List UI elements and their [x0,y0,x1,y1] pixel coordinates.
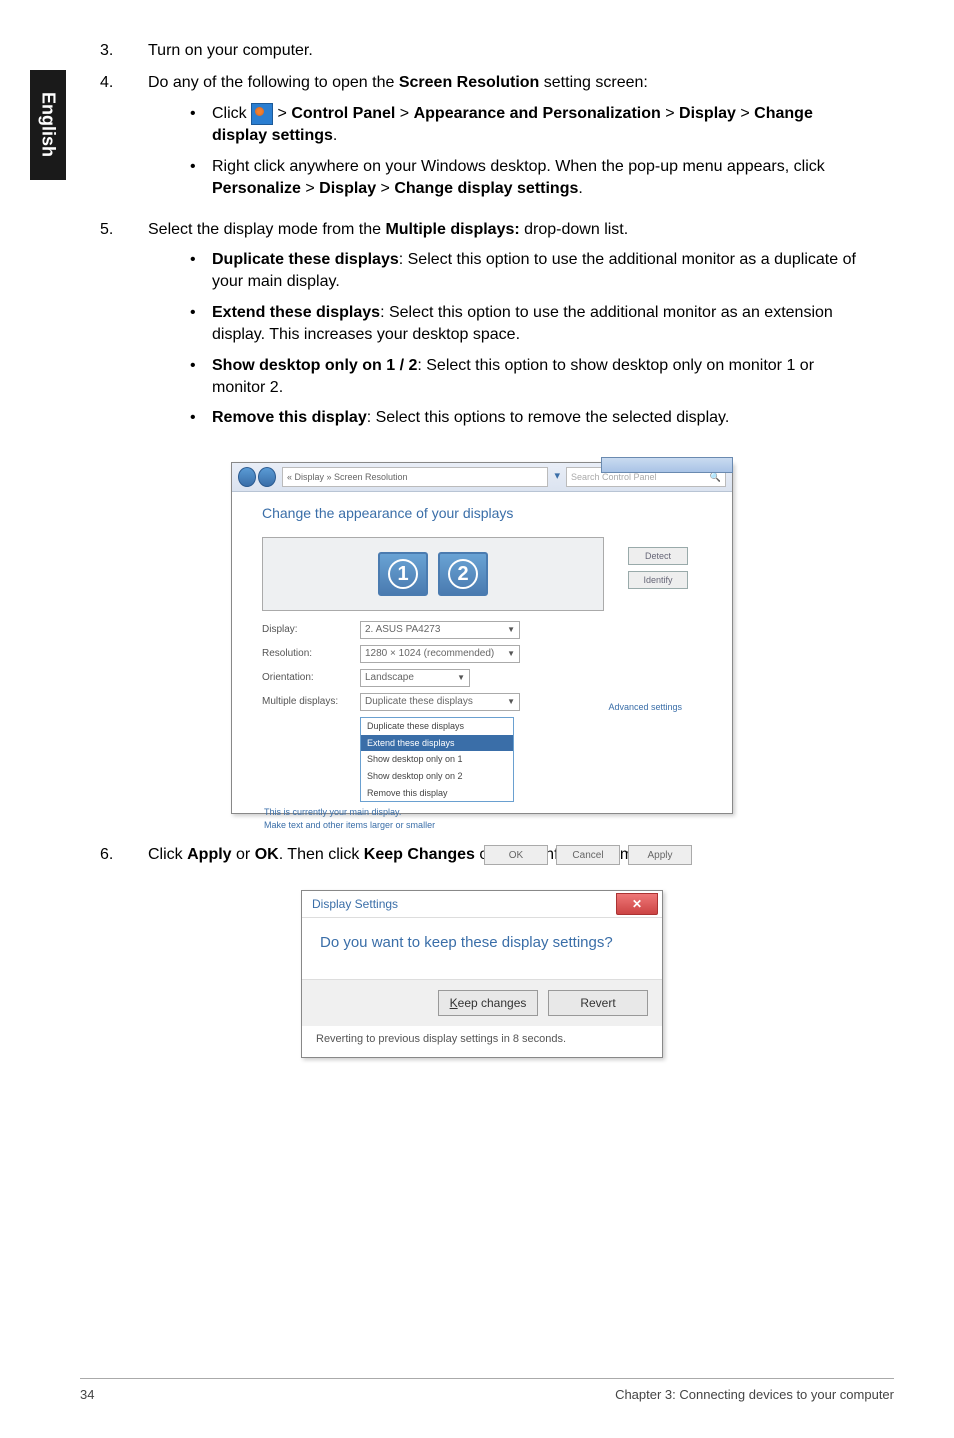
s5-d1-bold: Duplicate these displays [212,251,399,268]
s6-pre: Click [148,846,187,863]
ok-button[interactable]: OK [484,845,548,865]
step-4-intro-pre: Do any of the following to open the [148,74,399,91]
display-label: Display: [262,623,342,637]
s4-b1-cp: Control Panel [291,105,395,122]
s5-d4-bold: Remove this display [212,409,367,426]
s4-b1-pre: Click [212,105,251,122]
s4-b2-gt2: > [376,180,394,197]
dialog-title: Display Settings [312,896,398,913]
s4-b1-gt4: > [736,105,754,122]
resolution-label: Resolution: [262,647,342,661]
s4-b2-disp: Display [319,180,376,197]
s4-b1-ap: Appearance and Personalization [414,105,661,122]
dropdown-option-show1[interactable]: Show desktop only on 1 [361,751,513,768]
chevron-down-icon: ▼ [507,646,515,662]
multiple-displays-value: Duplicate these displays [365,694,473,710]
orientation-select-value: Landscape [365,670,414,686]
display-select-value: 2. ASUS PA4273 [365,622,440,638]
multiple-displays-dropdown[interactable]: Duplicate these displays Extend these di… [360,717,514,802]
s4-b1-disp: Display [679,105,736,122]
dialog-prompt: Do you want to keep these display settin… [302,918,662,979]
dropdown-option-show2[interactable]: Show desktop only on 2 [361,768,513,785]
breadcrumb[interactable]: « Display » Screen Resolution [282,467,548,487]
display-select[interactable]: 2. ASUS PA4273 ▼ [360,621,520,639]
monitor-1-label: 1 [388,559,418,589]
orientation-label: Orientation: [262,671,342,685]
s5-d4-txt: : Select this options to remove the sele… [367,409,730,426]
display-settings-dialog: Display Settings ✕ Do you want to keep t… [301,890,663,1058]
monitor-1[interactable]: 1 [378,552,428,596]
multiple-displays-select[interactable]: Duplicate these displays ▼ [360,693,520,711]
s4-b1-gt1: > [273,105,291,122]
text-size-link[interactable]: Make text and other items larger or smal… [264,819,702,832]
window-frame-glass [601,457,733,473]
page-number: 34 [80,1387,94,1402]
detect-button[interactable]: Detect [628,547,688,565]
step-number-6: 6. [100,844,120,866]
dropdown-option-remove[interactable]: Remove this display [361,785,513,802]
step-4-intro-bold: Screen Resolution [399,74,539,91]
chevron-down-icon: ▼ [507,694,515,710]
revert-button[interactable]: Revert [548,990,648,1016]
step-number-5: 5. [100,219,120,438]
cancel-button[interactable]: Cancel [556,845,620,865]
chevron-down-icon: ▼ [507,622,515,638]
s4-b1-gt3: > [661,105,679,122]
s4-b1-dot: . [333,127,337,144]
s6-apply: Apply [187,846,231,863]
windows-start-icon [251,103,273,125]
s4-b2-pers: Personalize [212,180,301,197]
s5-d3-bold: Show desktop only on 1 / 2 [212,357,417,374]
step-5-intro-bold: Multiple displays: [385,221,519,238]
identify-button[interactable]: Identify [628,571,688,589]
s5-d2-bold: Extend these displays [212,304,380,321]
multiple-displays-label: Multiple displays: [262,695,342,709]
dropdown-option-extend[interactable]: Extend these displays [361,735,513,752]
forward-icon[interactable] [258,467,276,487]
s4-b1-gt2: > [395,105,413,122]
step-4-intro-post: setting screen: [539,74,648,91]
monitor-2[interactable]: 2 [438,552,488,596]
resolution-select-value: 1280 × 1024 (recommended) [365,646,494,662]
countdown-text: Reverting to previous display settings i… [302,1026,662,1057]
s4-b2-cds: Change display settings [394,180,578,197]
keep-changes-button[interactable]: Keep changes [438,990,538,1016]
dropdown-option-duplicate[interactable]: Duplicate these displays [361,718,513,735]
chapter-title: Chapter 3: Connecting devices to your co… [615,1387,894,1402]
back-icon[interactable] [238,467,256,487]
step-5-intro-post: drop-down list. [520,221,629,238]
s4-b2-gt1: > [301,180,319,197]
main-display-note: This is currently your main display. [264,806,702,819]
monitor-2-label: 2 [448,559,478,589]
screen-resolution-dialog: « Display » Screen Resolution ▾ Search C… [231,462,733,814]
s4-b2-pre: Right click anywhere on your Windows des… [212,158,825,175]
step-3-text: Turn on your computer. [148,42,313,59]
display-preview[interactable]: 1 2 [262,537,604,611]
chevron-down-icon[interactable]: ▾ [554,469,560,484]
keep-changes-label: eep changes [458,996,527,1010]
s4-b2-dot: . [578,180,582,197]
apply-button[interactable]: Apply [628,845,692,865]
language-tab: English [30,70,66,180]
step-number-4: 4. [100,72,120,208]
chevron-down-icon: ▼ [457,670,465,686]
close-icon[interactable]: ✕ [616,893,658,915]
advanced-settings-link[interactable]: Advanced settings [608,701,682,714]
orientation-select[interactable]: Landscape ▼ [360,669,470,687]
dialog-heading: Change the appearance of your displays [262,504,702,524]
step-number-3: 3. [100,40,120,62]
resolution-select[interactable]: 1280 × 1024 (recommended) ▼ [360,645,520,663]
step-5-intro-pre: Select the display mode from the [148,221,385,238]
